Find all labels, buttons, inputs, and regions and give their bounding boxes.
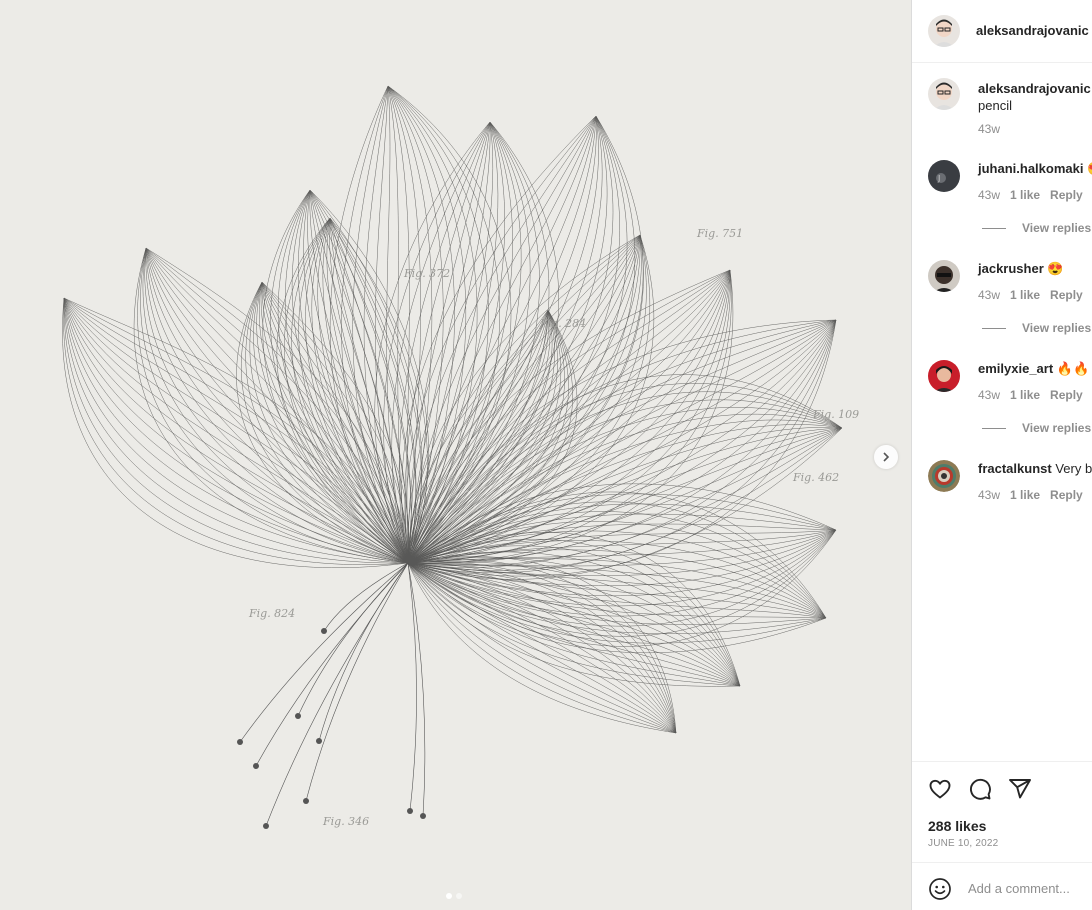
svg-text:J: J xyxy=(937,174,940,183)
botanical-drawing: Fig. 372 Fig. 751 Fig. 284 Fig. 109 Fig.… xyxy=(62,85,859,829)
stem xyxy=(305,562,409,802)
reply-button[interactable]: Reply xyxy=(1050,388,1083,402)
fig-label: Fig. 346 xyxy=(322,815,369,828)
view-replies-button[interactable]: View replies (1) xyxy=(982,321,1092,335)
comment-text: 🔥🔥 xyxy=(1056,361,1090,376)
stem xyxy=(407,562,417,812)
view-replies-button[interactable]: View replies (1) xyxy=(982,221,1092,235)
carousel-dot-active xyxy=(446,893,452,899)
heart-icon xyxy=(929,779,951,799)
seed xyxy=(253,763,259,769)
avatar[interactable] xyxy=(928,15,960,47)
emoji-icon xyxy=(929,878,951,900)
comment-text: Very b xyxy=(1055,461,1092,476)
comment-likes[interactable]: 1 like xyxy=(1010,488,1040,502)
comment-likes[interactable]: 1 like xyxy=(1010,388,1040,402)
seed xyxy=(295,713,301,719)
divider xyxy=(912,862,1092,863)
avatar[interactable] xyxy=(928,78,960,110)
comment-age: 43w xyxy=(978,188,1001,202)
comment-username[interactable]: fractalkunst xyxy=(978,461,1052,476)
send-icon xyxy=(1009,779,1031,799)
fig-label: Fig. 751 xyxy=(696,227,743,240)
comment-username[interactable]: juhani.halkomaki xyxy=(978,161,1083,176)
post-image: Fig. 372 Fig. 751 Fig. 284 Fig. 109 Fig.… xyxy=(0,0,911,910)
comment-age: 43w xyxy=(978,288,1001,302)
comment-likes[interactable]: 1 like xyxy=(1010,288,1040,302)
share-button[interactable] xyxy=(1008,777,1032,801)
seed xyxy=(407,808,413,814)
post-sidebar: aleksandrajovanic aleksandrajovanic penc… xyxy=(911,0,1092,910)
avatar[interactable] xyxy=(928,360,960,392)
fig-label: Fig. 372 xyxy=(403,267,450,280)
caption-username[interactable]: aleksandrajovanic xyxy=(978,81,1091,96)
stem xyxy=(297,562,409,717)
likes-count[interactable]: 288 likes xyxy=(928,818,986,834)
stem xyxy=(255,562,409,767)
add-comment-input[interactable]: Add a comment... xyxy=(968,881,1070,896)
fig-label: Fig. 824 xyxy=(248,607,295,620)
seed xyxy=(263,823,269,829)
post-header: aleksandrajovanic xyxy=(912,0,1092,63)
author-username[interactable]: aleksandrajovanic xyxy=(976,23,1089,38)
reply-button[interactable]: Reply xyxy=(1050,488,1083,502)
post-date: JUNE 10, 2022 xyxy=(928,838,999,849)
stem xyxy=(265,562,409,827)
seed xyxy=(321,628,327,634)
reply-button[interactable]: Reply xyxy=(1050,188,1083,202)
stem xyxy=(318,562,409,742)
caption-age: 43w xyxy=(978,122,1001,136)
post-actions: 288 likes JUNE 10, 2022 Add a comment... xyxy=(912,761,1092,910)
avatar[interactable] xyxy=(928,460,960,492)
seed xyxy=(237,739,243,745)
avatar[interactable] xyxy=(928,260,960,292)
reply-button[interactable]: Reply xyxy=(1050,288,1083,302)
comment-button[interactable] xyxy=(968,777,992,801)
comment-text: 😍 xyxy=(1047,261,1064,276)
stem xyxy=(323,562,409,632)
like-button[interactable] xyxy=(928,777,952,801)
next-image-button[interactable] xyxy=(874,445,898,469)
caption-text: pencil xyxy=(978,98,1012,113)
comment-text: 😍 xyxy=(1087,161,1092,176)
carousel-indicator xyxy=(446,893,462,899)
fig-label: Fig. 284 xyxy=(539,317,586,330)
comment-age: 43w xyxy=(978,388,1001,402)
carousel-dot xyxy=(456,893,462,899)
comment-icon xyxy=(970,778,991,800)
seed xyxy=(420,813,426,819)
comment-likes[interactable]: 1 like xyxy=(1010,188,1040,202)
fig-label: Fig. 109 xyxy=(812,408,859,421)
fig-label: Fig. 462 xyxy=(792,471,839,484)
comment-age: 43w xyxy=(978,488,1001,502)
seed xyxy=(316,738,322,744)
emoji-button[interactable] xyxy=(928,877,952,901)
view-replies-button[interactable]: View replies (1) xyxy=(982,421,1092,435)
petal xyxy=(401,115,644,564)
petal xyxy=(374,121,559,564)
avatar[interactable]: J xyxy=(928,160,960,192)
chevron-right-icon xyxy=(883,452,890,462)
seed xyxy=(303,798,309,804)
comment-username[interactable]: emilyxie_art xyxy=(978,361,1053,376)
comment-username[interactable]: jackrusher xyxy=(978,261,1044,276)
